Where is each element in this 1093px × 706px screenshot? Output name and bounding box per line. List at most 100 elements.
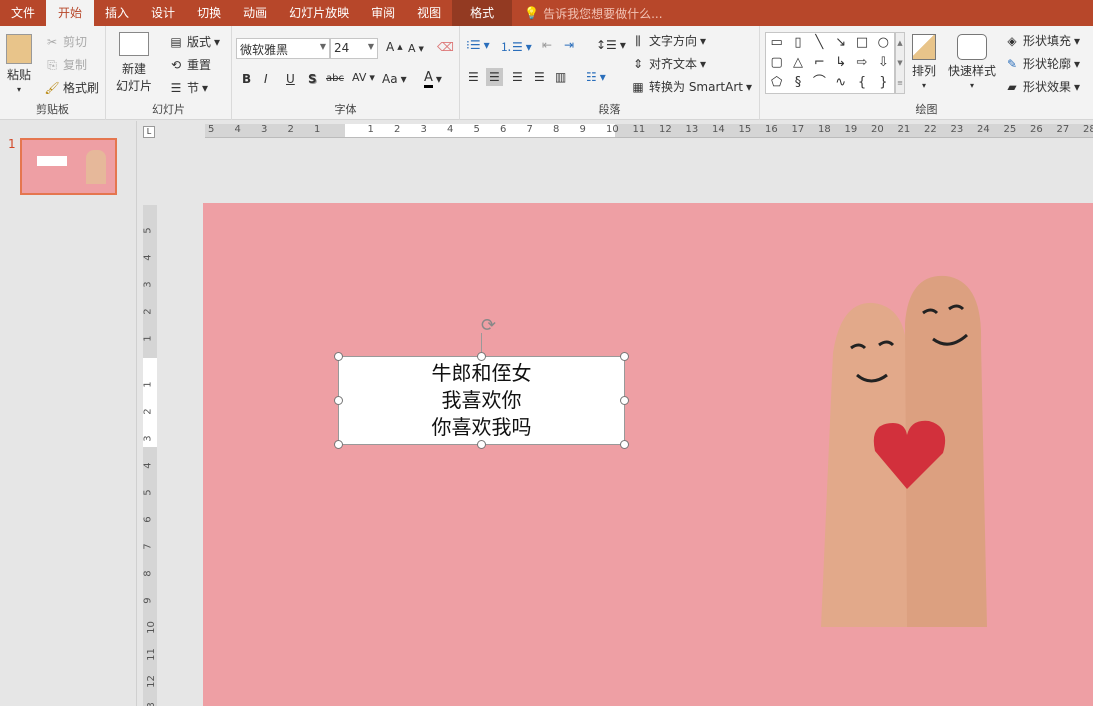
italic-button[interactable]: I bbox=[264, 72, 268, 86]
ribbon-tabs: 文件 开始 插入 设计 切换 动画 幻灯片放映 审阅 视图 格式 💡 告诉我您想要… bbox=[0, 0, 1093, 26]
tab-file[interactable]: 文件 bbox=[0, 0, 46, 26]
curve-shape-icon[interactable]: ∿ bbox=[830, 73, 851, 93]
change-case-button[interactable]: Aa ▾ bbox=[382, 72, 407, 86]
format-painter-button[interactable]: 🖌 格式刷 bbox=[44, 79, 99, 96]
horizontal-ruler[interactable]: 5 4 3 2 1 1 2 3 4 5 6 7 8 9 10 11 12 13 14 15 16 17 18 19 20 21 22… bbox=[205, 124, 1093, 138]
resize-handle-s[interactable] bbox=[477, 440, 486, 449]
rectangle-shape-icon[interactable]: □ bbox=[851, 33, 872, 53]
resize-handle-w[interactable] bbox=[334, 396, 343, 405]
line-shape-icon[interactable]: ╲ bbox=[809, 33, 830, 53]
ruler-tick-label: 4 bbox=[447, 124, 454, 135]
shape-fill-button[interactable]: ◈ 形状填充 ▾ bbox=[1004, 32, 1080, 49]
font-color-button[interactable]: A ▾ bbox=[424, 70, 442, 88]
rounded-rect-shape-icon[interactable]: ▢ bbox=[766, 53, 787, 73]
textbox-shape-icon[interactable]: ▭ bbox=[766, 33, 787, 53]
font-size-value: 24 bbox=[334, 41, 350, 55]
font-name-select[interactable]: 微软雅黑 ▼ bbox=[236, 38, 330, 59]
resize-handle-ne[interactable] bbox=[620, 352, 629, 361]
scribble-shape-icon[interactable]: § bbox=[787, 73, 808, 93]
tab-stop-selector[interactable]: L bbox=[143, 126, 155, 138]
columns-icon: ☷ bbox=[586, 70, 597, 84]
font-size-select[interactable]: 24 ▼ bbox=[330, 38, 378, 59]
resize-handle-se[interactable] bbox=[620, 440, 629, 449]
shadow-button[interactable]: S bbox=[308, 72, 317, 86]
line-spacing-button[interactable]: ↕☰ ▾ bbox=[596, 38, 626, 52]
resize-handle-n[interactable] bbox=[477, 352, 486, 361]
selected-textbox[interactable]: 牛郎和侄女 我喜欢你 你喜欢我吗 bbox=[338, 356, 625, 445]
align-right-icon[interactable]: ☰ bbox=[512, 70, 523, 84]
tab-design[interactable]: 设计 bbox=[140, 0, 186, 26]
freeform-shape-icon[interactable]: ⬠ bbox=[766, 73, 787, 93]
ruler-tick-label: 21 bbox=[897, 124, 911, 135]
tab-insert[interactable]: 插入 bbox=[94, 0, 140, 26]
reset-button[interactable]: ⟲ 重置 bbox=[168, 56, 211, 73]
strikethrough-button[interactable]: abc bbox=[326, 73, 344, 84]
arrange-button[interactable]: 排列 ▾ bbox=[912, 34, 936, 90]
elbow-connector-icon[interactable]: ⌐ bbox=[809, 53, 830, 73]
justify-icon[interactable]: ☰ bbox=[534, 70, 545, 84]
distribute-icon[interactable]: ▥ bbox=[555, 70, 566, 84]
numbering-button[interactable]: ⒈☰ ▾ bbox=[500, 38, 532, 55]
left-brace-icon[interactable]: { bbox=[851, 73, 872, 93]
vertical-ruler[interactable]: 5432112345678910111213 bbox=[143, 205, 157, 706]
tab-view[interactable]: 视图 bbox=[406, 0, 452, 26]
char-spacing-label: AV bbox=[352, 71, 367, 84]
cut-button[interactable]: ✂ 剪切 bbox=[44, 33, 87, 50]
bold-button[interactable]: B bbox=[242, 72, 251, 86]
ruler-tick-label: 19 bbox=[844, 124, 858, 135]
tab-review[interactable]: 审阅 bbox=[360, 0, 406, 26]
slide-canvas[interactable]: ⟳ 牛郎和侄女 我喜欢你 你喜欢我吗 bbox=[203, 203, 1093, 706]
resize-handle-sw[interactable] bbox=[334, 440, 343, 449]
vertical-textbox-shape-icon[interactable]: ▯ bbox=[787, 33, 808, 53]
tell-me-search[interactable]: 💡 告诉我您想要做什么... bbox=[524, 5, 662, 22]
grow-font-button[interactable]: A ▲ bbox=[386, 40, 403, 54]
text-direction-button[interactable]: ⫼ 文字方向 ▾ bbox=[630, 32, 706, 49]
tab-transitions[interactable]: 切换 bbox=[186, 0, 232, 26]
align-text-button[interactable]: ⇕ 对齐文本 ▾ bbox=[630, 55, 706, 72]
paste-button[interactable]: 粘贴 ▾ bbox=[6, 34, 32, 94]
down-arrow-shape-icon[interactable]: ⇩ bbox=[873, 53, 894, 73]
resize-handle-e[interactable] bbox=[620, 396, 629, 405]
shape-outline-label: 形状轮廓 bbox=[1023, 57, 1072, 71]
shrink-font-button[interactable]: A ▼ bbox=[408, 42, 424, 55]
ruler-tick-label: 10 bbox=[145, 621, 157, 634]
underline-button[interactable]: U bbox=[286, 72, 295, 86]
triangle-shape-icon[interactable]: △ bbox=[787, 53, 808, 73]
copy-button[interactable]: ⎘ 复制 bbox=[44, 56, 87, 73]
gallery-scrollbar[interactable]: ▲ ▼ ≡ bbox=[895, 32, 905, 94]
tab-format[interactable]: 格式 bbox=[452, 0, 513, 26]
ruler-tick-label: 25 bbox=[1003, 124, 1017, 135]
resize-handle-nw[interactable] bbox=[334, 352, 343, 361]
layout-button[interactable]: ▤ 版式 ▾ bbox=[168, 33, 220, 50]
right-brace-icon[interactable]: } bbox=[873, 73, 894, 93]
align-center-icon[interactable]: ☰ bbox=[486, 68, 503, 86]
group-label-slides: 幻灯片 bbox=[152, 103, 185, 116]
tab-slideshow[interactable]: 幻灯片放映 bbox=[278, 0, 360, 26]
arc-shape-icon[interactable]: ⌒ bbox=[809, 73, 830, 93]
shapes-gallery[interactable]: ▭ ▯ ╲ ↘ □ ○ ▢ △ ⌐ ↳ ⇨ ⇩ ⬠ § ⌒ ∿{} bbox=[765, 32, 895, 94]
rotate-handle-icon[interactable]: ⟳ bbox=[481, 315, 496, 336]
cut-label: 剪切 bbox=[63, 35, 88, 49]
fingers-image[interactable] bbox=[811, 273, 1004, 627]
bullets-button[interactable]: ⁝☰ ▾ bbox=[466, 38, 490, 52]
slide-thumbnail-1[interactable] bbox=[20, 138, 117, 195]
elbow-arrow-icon[interactable]: ↳ bbox=[830, 53, 851, 73]
tab-animations[interactable]: 动画 bbox=[232, 0, 278, 26]
char-spacing-button[interactable]: AV ▾ bbox=[352, 71, 375, 84]
shape-effects-button[interactable]: ▰ 形状效果 ▾ bbox=[1004, 78, 1080, 95]
convert-smartart-button[interactable]: ▦ 转换为 SmartArt ▾ bbox=[630, 78, 752, 95]
align-left-icon[interactable]: ☰ bbox=[468, 70, 479, 84]
arrow-line-shape-icon[interactable]: ↘ bbox=[830, 33, 851, 53]
oval-shape-icon[interactable]: ○ bbox=[873, 33, 894, 53]
clear-format-icon[interactable]: ⌫ bbox=[437, 40, 454, 54]
right-arrow-shape-icon[interactable]: ⇨ bbox=[851, 53, 872, 73]
section-button[interactable]: ☰ 节 ▾ bbox=[168, 79, 208, 96]
columns-button[interactable]: ☷ ▾ bbox=[586, 70, 606, 84]
increase-indent-icon[interactable]: ⇥ bbox=[564, 38, 574, 52]
quick-styles-button[interactable]: 快速样式 ▾ bbox=[948, 34, 996, 90]
new-slide-button[interactable]: 新建 幻灯片 bbox=[116, 32, 152, 94]
decrease-indent-icon[interactable]: ⇤ bbox=[542, 38, 552, 52]
shape-outline-button[interactable]: ✎ 形状轮廓 ▾ bbox=[1004, 55, 1080, 72]
tab-home[interactable]: 开始 bbox=[46, 0, 95, 26]
new-slide-label-2: 幻灯片 bbox=[116, 79, 153, 93]
